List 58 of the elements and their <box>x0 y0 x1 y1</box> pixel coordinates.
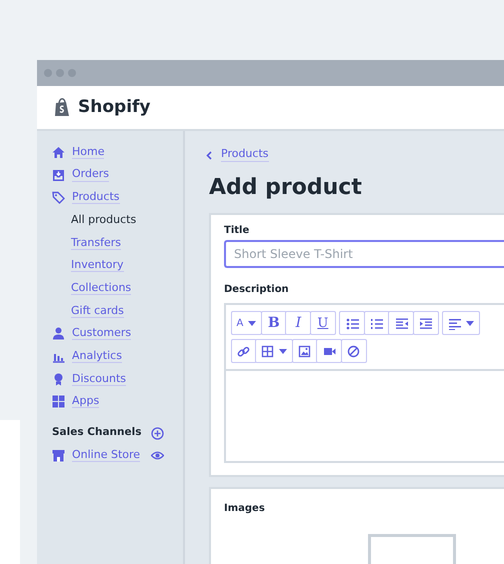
storefront-icon <box>52 449 65 462</box>
video-camera-button[interactable] <box>316 339 342 364</box>
tag-icon <box>52 191 65 204</box>
shopping-bag-icon <box>54 98 70 117</box>
back-chevron-icon[interactable] <box>206 150 212 160</box>
link-icon <box>237 344 250 358</box>
caret-icon <box>248 320 256 326</box>
sidebar-link[interactable]: Analytics <box>72 350 122 364</box>
sidebar-sublink[interactable]: Inventory <box>71 259 124 272</box>
align-left-button[interactable] <box>442 311 480 336</box>
bulleted-list-button[interactable] <box>339 311 366 336</box>
grid-icon <box>52 395 65 408</box>
home-icon <box>52 146 65 159</box>
title-label: Title <box>224 224 250 238</box>
sidebar-link[interactable]: Online Store <box>72 449 140 462</box>
table-icon <box>261 344 274 358</box>
outdent-button[interactable] <box>388 311 414 336</box>
logo-text: Shopify <box>78 96 150 119</box>
caret-icon <box>466 320 474 326</box>
eye-icon[interactable] <box>151 449 164 462</box>
sidebar-link[interactable]: Discounts <box>72 372 126 386</box>
description-label: Description <box>224 283 290 298</box>
caret-icon <box>279 348 287 354</box>
badge-icon <box>52 372 65 386</box>
indent-icon <box>419 316 432 330</box>
add-icon[interactable] <box>151 426 164 440</box>
sidebar-sublink[interactable]: Gift cards <box>71 304 124 318</box>
sidebar-link[interactable]: Orders <box>72 168 109 182</box>
sidebar-sublink[interactable]: All products <box>71 214 136 227</box>
person-icon <box>52 327 65 340</box>
prohibited-icon <box>347 344 360 358</box>
page-title: Add product <box>209 175 363 202</box>
breadcrumb-link[interactable]: Products <box>221 148 268 162</box>
image-button[interactable] <box>292 339 318 364</box>
sidebar-link[interactable]: Apps <box>72 395 100 408</box>
prohibited-button[interactable] <box>340 339 366 364</box>
sidebar-link[interactable]: Home <box>72 146 104 159</box>
align-left-icon <box>448 316 462 330</box>
table-button[interactable] <box>255 339 293 364</box>
font-size-button[interactable]: A <box>230 311 262 336</box>
indent-button[interactable] <box>412 311 439 336</box>
sidebar-sublink[interactable]: Transfers <box>71 236 121 250</box>
image-icon <box>298 344 311 358</box>
underline-button[interactable]: U <box>310 311 336 336</box>
link-button[interactable] <box>230 339 256 364</box>
italic-button[interactable]: I <box>285 311 312 336</box>
numbered-list-icon <box>370 316 384 330</box>
section-heading: Sales Channels <box>52 425 142 440</box>
sidebar-link[interactable]: Products <box>72 191 120 204</box>
numbered-list-button[interactable] <box>364 311 390 336</box>
images-label: Images <box>224 502 266 516</box>
inbox-icon <box>52 168 65 182</box>
bulleted-list-icon <box>346 316 359 330</box>
sidebar-link[interactable]: Customers <box>72 327 132 340</box>
outdent-icon <box>394 316 408 330</box>
bold-button[interactable]: B <box>260 311 287 336</box>
sidebar-sublink[interactable]: Collections <box>71 282 132 296</box>
title-input-field[interactable]: Short Sleeve T-Shirt <box>224 240 504 268</box>
